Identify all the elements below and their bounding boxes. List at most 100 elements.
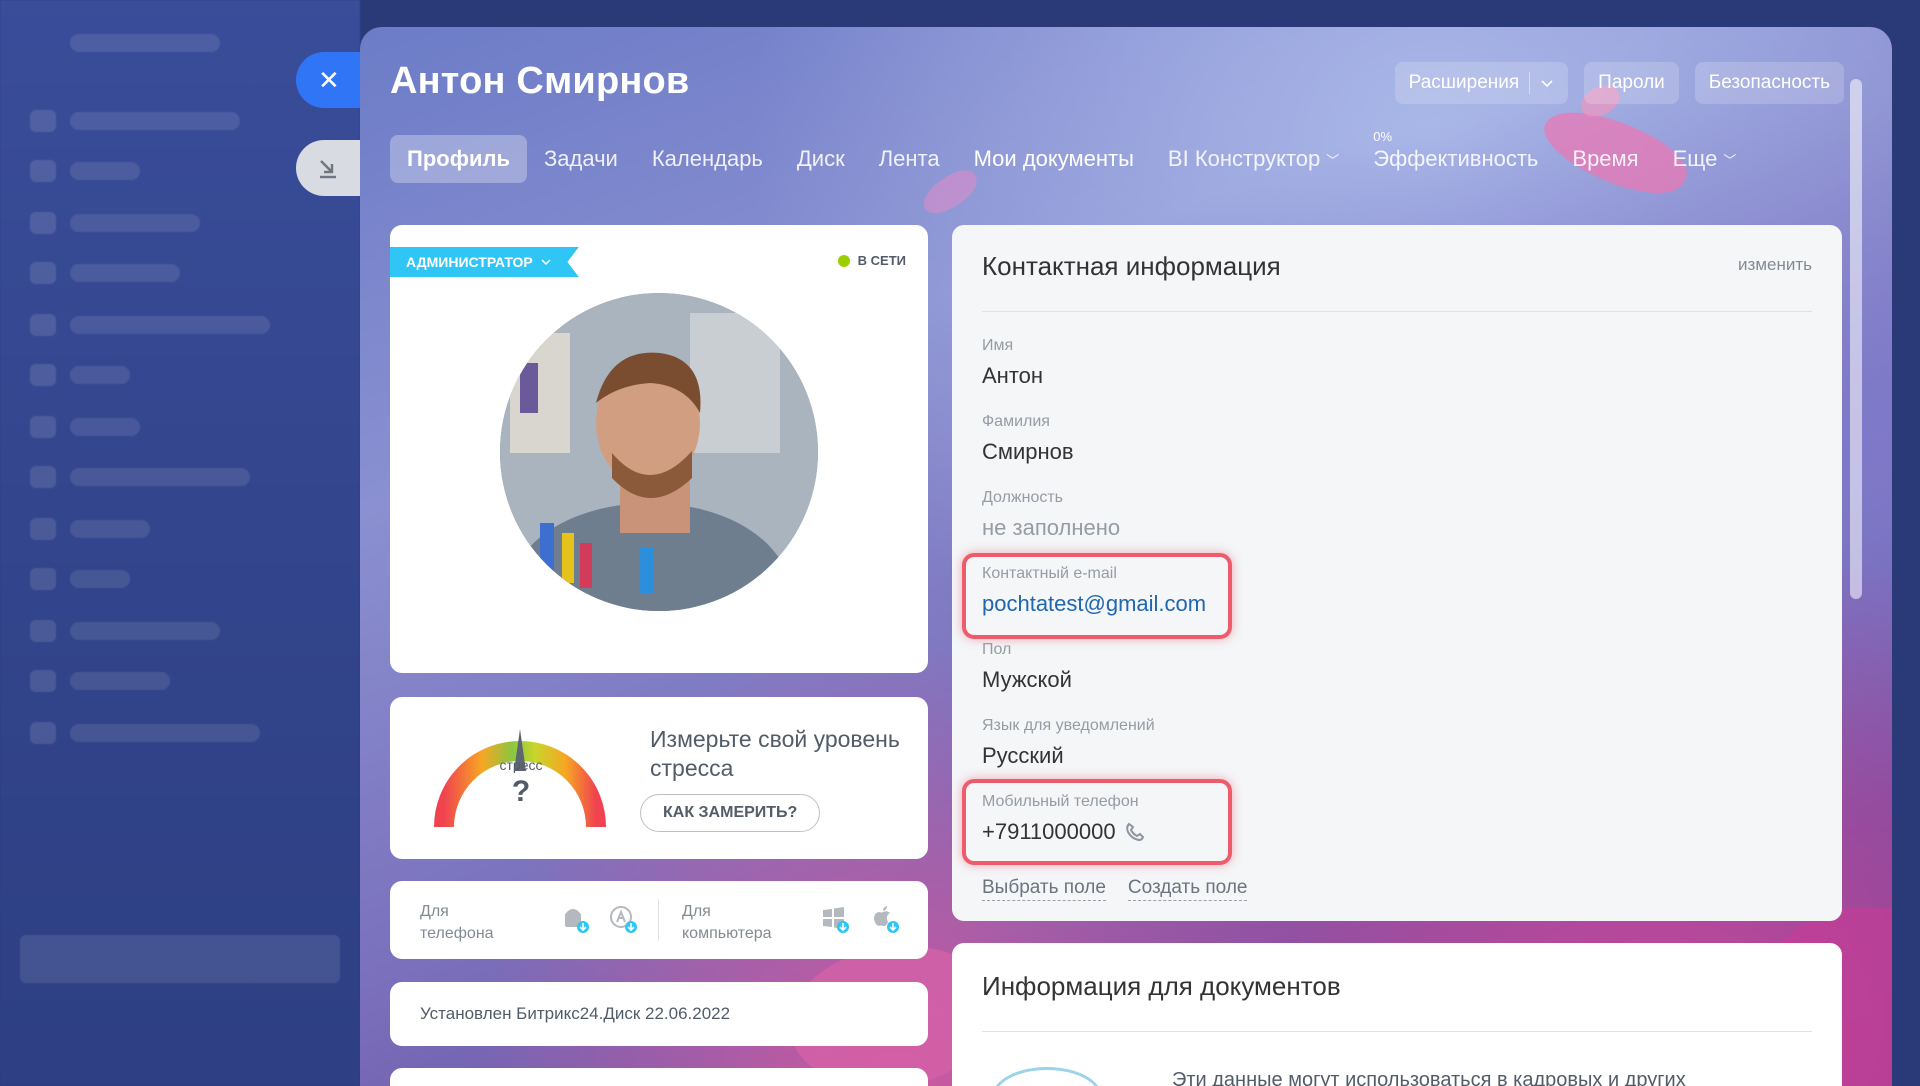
background-item	[70, 162, 140, 180]
field-last-name: Фамилия Смирнов	[982, 413, 1074, 465]
field-label: Пол	[982, 641, 1012, 658]
background-icon	[30, 620, 56, 642]
background-item	[70, 214, 200, 232]
create-field-link[interactable]: Создать поле	[1127, 877, 1248, 901]
background-item	[70, 264, 180, 282]
close-slider-button[interactable]: ✕	[296, 52, 366, 108]
disk-card: Установлен Битрикс24.Диск 22.06.2022	[390, 982, 928, 1046]
background-item	[70, 570, 130, 588]
background-icon	[30, 466, 56, 488]
choose-field-link[interactable]: Выбрать поле	[982, 877, 1106, 901]
background-icon	[30, 568, 56, 590]
header-actions: Расширения Пароли Безопасность	[1394, 62, 1844, 104]
field-label: Должность	[982, 489, 1063, 506]
tab-efficiency[interactable]: 0% Эффективность	[1356, 129, 1555, 183]
close-icon: ✕	[318, 64, 340, 95]
measure-stress-button[interactable]: КАК ЗАМЕРИТЬ?	[640, 794, 821, 832]
tab-label: Диск	[796, 146, 845, 171]
page-scrollbar[interactable]	[1850, 79, 1862, 599]
online-label: В СЕТИ	[857, 253, 906, 268]
extensions-label: Расширения	[1408, 72, 1520, 93]
tab-bi-constructor[interactable]: BI Конструктор ﹀	[1151, 135, 1356, 183]
chevron-down-icon	[541, 259, 551, 266]
documents-info-card: Информация для документов Эти данные мог…	[952, 943, 1842, 1086]
tab-my-documents[interactable]: Мои документы	[957, 135, 1151, 183]
security-button[interactable]: Безопасность	[1694, 62, 1844, 104]
documents-info-title: Информация для документов	[982, 971, 1341, 1001]
background-icon	[30, 722, 56, 744]
background-icon	[30, 314, 56, 336]
background-icon	[30, 670, 56, 692]
contact-info-title: Контактная информация	[982, 251, 1281, 281]
phone-number: +7911000000	[982, 819, 1116, 844]
field-label: Контактный e-mail	[982, 565, 1117, 582]
field-label: Язык для уведомлений	[982, 717, 1155, 734]
documents-illustration	[992, 1067, 1102, 1086]
edit-contact-link[interactable]: изменить	[1738, 255, 1812, 275]
macos-download-icon[interactable]	[870, 904, 900, 934]
tab-label: Профиль	[407, 146, 510, 171]
tab-label: Мои документы	[973, 146, 1134, 171]
phone-value-row: +7911000000	[982, 819, 1146, 845]
button-separator	[1529, 72, 1531, 94]
contact-info-card: Контактная информация изменить Имя Антон…	[952, 225, 1842, 921]
android-download-icon[interactable]	[560, 904, 590, 934]
divider	[982, 1031, 1812, 1032]
partial-card	[390, 1068, 928, 1086]
passwords-button[interactable]: Пароли	[1584, 62, 1679, 104]
chevron-down-icon: ﹀	[1723, 152, 1737, 168]
field-label: Мобильный телефон	[982, 793, 1139, 810]
tab-time[interactable]: Время	[1555, 135, 1655, 183]
background-icon	[30, 110, 56, 132]
phone-call-icon[interactable]	[1124, 821, 1146, 843]
tab-label: Календарь	[651, 146, 763, 171]
background-item	[70, 112, 240, 130]
tab-disk[interactable]: Диск	[780, 135, 862, 183]
tab-profile[interactable]: Профиль	[390, 135, 527, 183]
tab-calendar[interactable]: Календарь	[635, 135, 780, 183]
online-status: В СЕТИ	[837, 253, 906, 268]
stress-title: Измерьте свой уровень стресса	[650, 726, 900, 781]
field-value: Мужской	[982, 667, 1072, 692]
tab-tasks[interactable]: Задачи	[527, 135, 635, 183]
background-icon	[30, 416, 56, 438]
field-value: Смирнов	[982, 439, 1074, 464]
minimize-slider-button[interactable]	[296, 140, 366, 196]
chevron-down-icon[interactable]	[1540, 76, 1554, 90]
tab-more[interactable]: Еще ﹀	[1656, 135, 1754, 183]
passwords-label: Пароли	[1598, 72, 1665, 93]
windows-download-icon[interactable]	[820, 904, 850, 934]
field-label: Имя	[982, 337, 1014, 354]
field-notification-language: Язык для уведомлений Русский	[982, 717, 1155, 769]
apps-card: Для телефона Для компьютера	[390, 881, 928, 959]
field-first-name: Имя Антон	[982, 337, 1043, 389]
avatar[interactable]	[500, 293, 818, 611]
email-link[interactable]: pochtatest@gmail.com	[982, 591, 1206, 617]
documents-info-text: Эти данные могут использоваться в кадров…	[1172, 1069, 1686, 1086]
background-item	[70, 724, 260, 742]
tab-feed[interactable]: Лента	[862, 135, 957, 183]
security-label: Безопасность	[1708, 72, 1830, 93]
field-position: Должность не заполнено	[982, 489, 1120, 541]
tab-label: Время	[1572, 146, 1639, 171]
field-value: Русский	[982, 743, 1064, 768]
field-label: Фамилия	[982, 413, 1050, 430]
field-mobile-phone: Мобильный телефон +7911000000	[982, 793, 1146, 845]
profile-tabs: Профиль Задачи Календарь Диск Лента Мои …	[390, 129, 1754, 183]
tab-label: Задачи	[543, 146, 618, 171]
role-badge[interactable]: АДМИНИСТРАТОР	[390, 247, 579, 277]
tab-label: BI Конструктор	[1167, 146, 1321, 171]
profile-card: АДМИНИСТРАТОР В СЕТИ	[390, 225, 928, 673]
tab-label: Лента	[878, 146, 940, 171]
background-item	[70, 622, 220, 640]
online-dot	[837, 254, 850, 267]
background-item	[70, 672, 170, 690]
background-item	[70, 316, 270, 334]
divider	[982, 311, 1812, 312]
page-title: Антон Смирнов	[390, 60, 690, 102]
apps-divider	[658, 899, 659, 941]
appstore-download-icon[interactable]	[608, 904, 638, 934]
background-icon	[30, 262, 56, 284]
extensions-button[interactable]: Расширения	[1394, 62, 1569, 104]
avatar-photo	[500, 293, 818, 611]
